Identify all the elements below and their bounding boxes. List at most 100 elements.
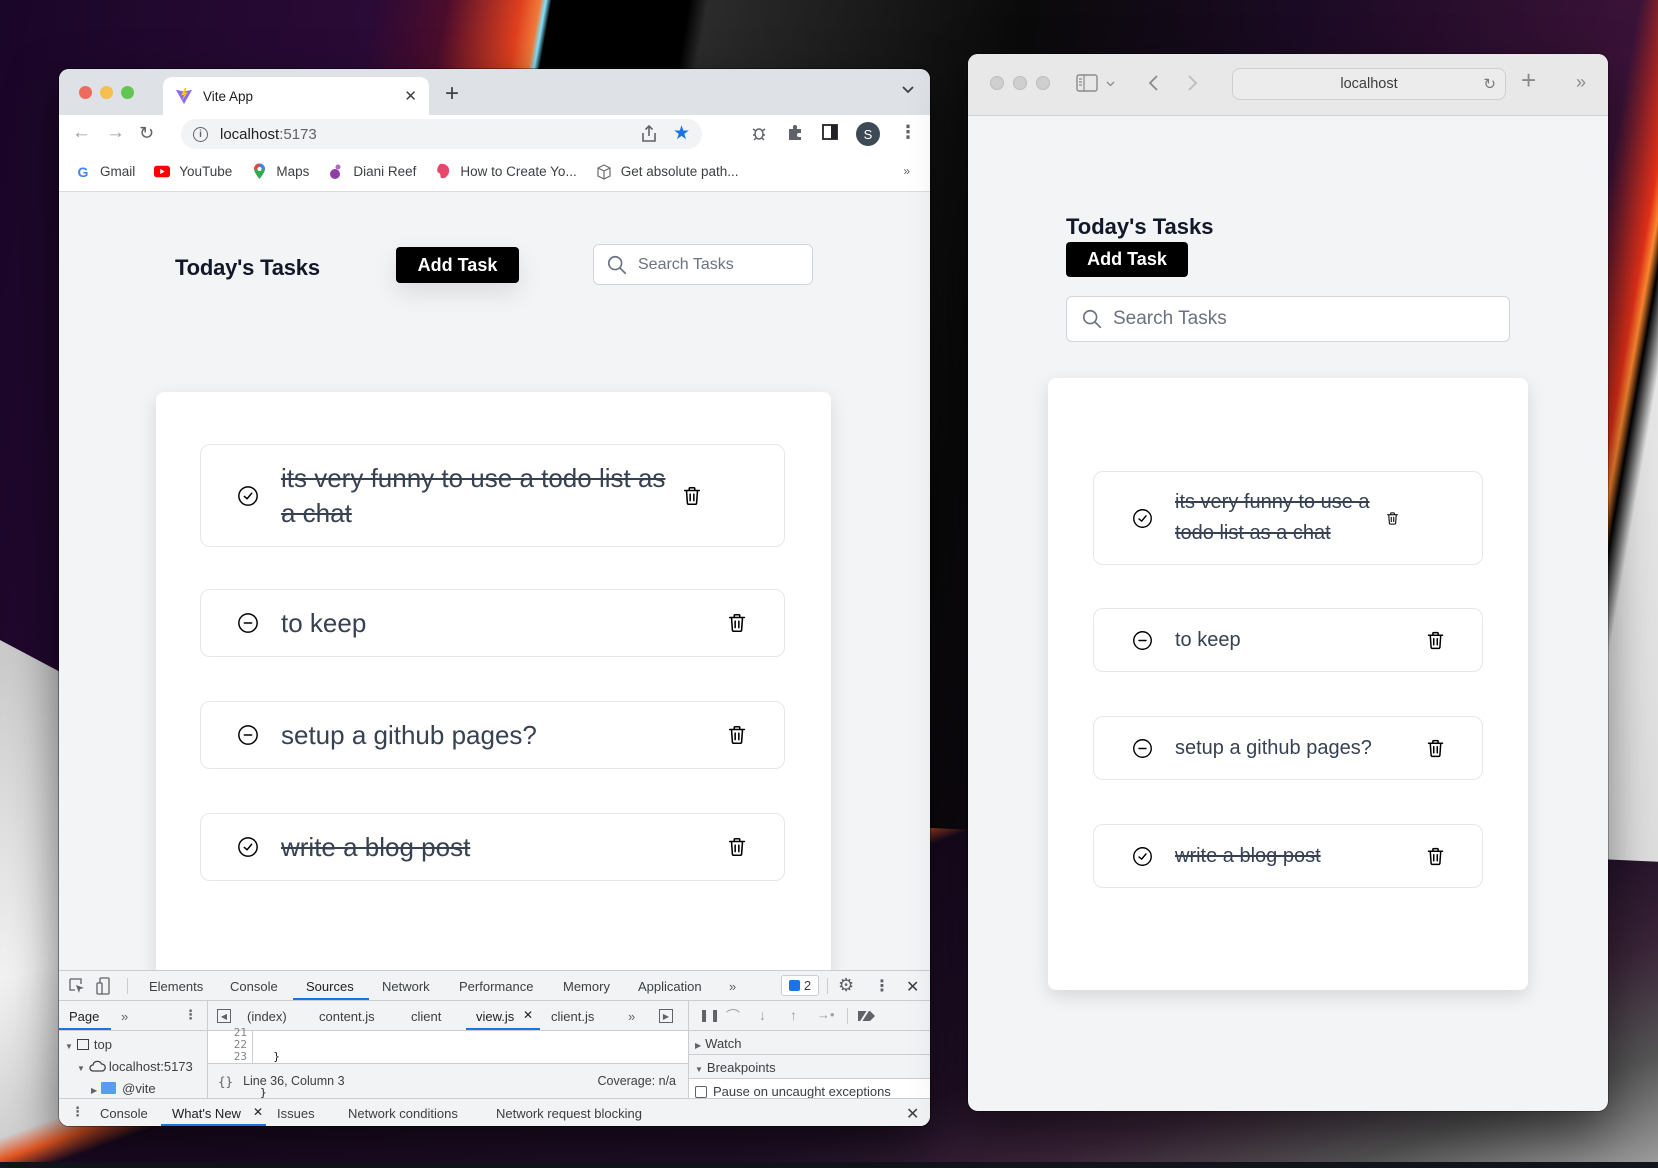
devtools-tab-sources[interactable]: Sources — [306, 979, 354, 994]
search-input[interactable] — [1113, 308, 1509, 330]
trash-icon[interactable] — [726, 612, 748, 634]
devtools-tab-elements[interactable]: Elements — [149, 979, 203, 994]
file-tab-index[interactable]: (index) — [247, 1009, 287, 1024]
drawer-tab-network-request-blocking[interactable]: Network request blocking — [496, 1106, 642, 1121]
trash-icon[interactable] — [726, 724, 748, 746]
devtools-tab-memory[interactable]: Memory — [563, 979, 610, 994]
tree-item-vite[interactable]: ▶ @vite — [91, 1081, 156, 1096]
check-circle-icon[interactable] — [237, 836, 259, 858]
trash-icon[interactable] — [726, 836, 748, 858]
back-chevron-icon[interactable] — [1148, 74, 1159, 92]
step-over-icon[interactable]: ⌒ — [726, 1006, 740, 1026]
profile-avatar[interactable]: S — [856, 122, 880, 146]
navigator-tab-page[interactable]: Page — [69, 1009, 99, 1024]
side-panel-icon[interactable] — [822, 124, 838, 140]
check-circle-icon[interactable] — [1132, 846, 1153, 867]
pause-uncaught-checkbox[interactable] — [695, 1086, 707, 1098]
toggle-navigator-icon[interactable]: ◀ — [217, 1009, 231, 1023]
extensions-puzzle-icon[interactable] — [786, 124, 804, 142]
minus-circle-icon[interactable] — [1132, 738, 1153, 759]
check-circle-icon[interactable] — [237, 485, 259, 507]
maximize-window-button[interactable] — [1036, 76, 1050, 90]
address-bar[interactable]: i localhost:5173 ★ — [181, 119, 702, 149]
sidebar-toggle-icon[interactable] — [1076, 74, 1098, 92]
trash-icon[interactable] — [1385, 511, 1400, 526]
check-circle-icon[interactable] — [1132, 508, 1153, 529]
search-input[interactable] — [638, 255, 812, 274]
forward-arrow-icon[interactable]: → — [106, 123, 125, 143]
devtools-tab-console[interactable]: Console — [230, 979, 278, 994]
file-tab-client-js[interactable]: client.js — [551, 1009, 594, 1024]
new-tab-button[interactable]: + — [445, 82, 459, 106]
drawer-tab-whats-new[interactable]: What's New — [172, 1106, 241, 1121]
forward-chevron-icon[interactable] — [1187, 74, 1198, 92]
bookmark-diani-reef[interactable]: Diani Reef — [328, 164, 416, 180]
minus-circle-icon[interactable] — [1132, 630, 1153, 651]
more-tabs-button[interactable]: » — [729, 979, 736, 994]
file-tab-client[interactable]: client — [411, 1009, 441, 1024]
close-drawer-tab-icon[interactable]: ✕ — [253, 1105, 263, 1119]
issues-badge[interactable]: 2 — [781, 975, 819, 996]
bookmark-how-to-create[interactable]: How to Create Yo... — [435, 163, 577, 180]
watch-section[interactable]: ▶ Watch — [689, 1031, 930, 1055]
drawer-tab-console[interactable]: Console — [100, 1106, 148, 1121]
minimize-window-button[interactable] — [1013, 76, 1027, 90]
drawer-tab-issues[interactable]: Issues — [277, 1106, 315, 1121]
safari-address-bar[interactable]: localhost ↻ — [1232, 68, 1506, 100]
close-file-tab-icon[interactable]: ✕ — [523, 1008, 533, 1022]
minus-circle-icon[interactable] — [237, 724, 259, 746]
close-drawer-icon[interactable]: ✕ — [906, 1104, 919, 1124]
devtools-tab-network[interactable]: Network — [382, 979, 430, 994]
tree-item-localhost[interactable]: ▼ localhost:5173 — [77, 1059, 193, 1074]
chrome-menu-icon[interactable]: ⋮ — [899, 122, 917, 143]
pretty-print-icon[interactable]: {} — [218, 1074, 233, 1089]
bookmark-absolute-path[interactable]: Get absolute path... — [596, 163, 739, 180]
drawer-menu-icon[interactable]: ⋮ — [71, 1104, 84, 1120]
close-tab-icon[interactable]: ✕ — [404, 87, 417, 105]
navigator-menu-icon[interactable]: ⋮ — [184, 1007, 197, 1023]
close-devtools-icon[interactable]: ✕ — [906, 977, 919, 997]
bookmark-youtube[interactable]: YouTube — [154, 164, 232, 180]
bookmark-maps[interactable]: Maps — [251, 163, 309, 180]
trash-icon[interactable] — [1425, 630, 1446, 651]
step-icon[interactable]: →• — [817, 1007, 835, 1022]
file-tab-view-js[interactable]: view.js — [476, 1009, 514, 1024]
close-window-button[interactable] — [990, 76, 1004, 90]
minimize-window-button[interactable] — [100, 86, 113, 99]
reload-icon[interactable]: ↻ — [139, 123, 154, 143]
tree-item-top[interactable]: ▼ top — [65, 1037, 112, 1052]
chevron-down-icon[interactable] — [1106, 81, 1115, 87]
bookmark-star-icon[interactable]: ★ — [673, 122, 690, 145]
bookmark-gmail[interactable]: G Gmail — [75, 164, 136, 180]
device-toolbar-icon[interactable] — [96, 977, 112, 995]
devtools-menu-icon[interactable]: ⋮ — [874, 976, 890, 996]
add-task-button[interactable]: Add Task — [1066, 242, 1188, 277]
more-navigator-tabs[interactable]: » — [121, 1009, 128, 1024]
devtools-tab-performance[interactable]: Performance — [459, 979, 533, 994]
more-toolbar-chevrons-icon[interactable]: » — [1576, 72, 1586, 93]
step-out-icon[interactable]: ↑ — [790, 1007, 797, 1023]
file-tab-content-js[interactable]: content.js — [319, 1009, 375, 1024]
maximize-window-button[interactable] — [121, 86, 134, 99]
devtools-tab-application[interactable]: Application — [638, 979, 702, 994]
breakpoints-section[interactable]: ▼ Breakpoints — [689, 1055, 930, 1079]
add-task-button[interactable]: Add Task — [396, 247, 519, 283]
share-icon[interactable] — [642, 125, 656, 142]
reload-icon[interactable]: ↻ — [1483, 75, 1496, 93]
site-info-icon[interactable]: i — [193, 126, 208, 142]
toggle-debugger-icon[interactable]: ▶ — [659, 1009, 673, 1023]
trash-icon[interactable] — [681, 485, 703, 507]
new-tab-plus-icon[interactable]: + — [1521, 67, 1536, 93]
more-bookmarks-button[interactable]: » — [903, 164, 910, 178]
deactivate-breakpoints-icon[interactable] — [855, 1008, 877, 1024]
drawer-tab-network-conditions[interactable]: Network conditions — [348, 1106, 458, 1121]
bug-extension-icon[interactable] — [751, 124, 769, 142]
pause-icon[interactable]: ❚❚ — [699, 1008, 721, 1022]
back-arrow-icon[interactable]: ← — [72, 123, 91, 143]
minus-circle-icon[interactable] — [237, 612, 259, 634]
more-file-tabs[interactable]: » — [628, 1009, 635, 1024]
trash-icon[interactable] — [1425, 846, 1446, 867]
tab-search-chevron-icon[interactable] — [902, 86, 914, 94]
step-into-icon[interactable]: ↓ — [759, 1007, 766, 1023]
browser-tab[interactable]: Vite App ✕ — [163, 77, 429, 115]
